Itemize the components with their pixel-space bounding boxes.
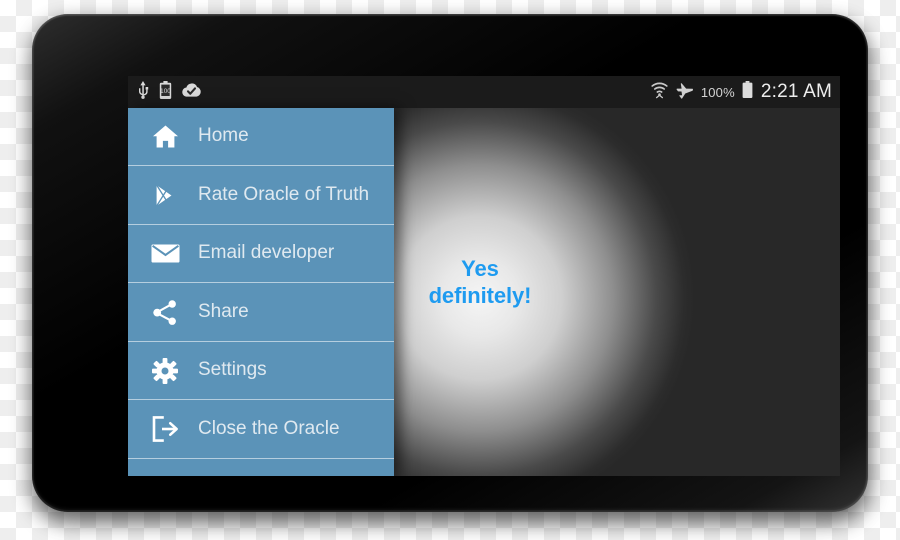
usb-icon (136, 80, 150, 104)
drawer-item-close-the-oracle[interactable]: Close the Oracle (128, 400, 394, 459)
battery-full-icon (742, 81, 753, 103)
drawer-item-email-developer[interactable]: Email developer (128, 225, 394, 283)
screen-body: Yes definitely! Home Rate Oracle of Trut… (128, 108, 840, 476)
logout-icon (142, 416, 188, 442)
google-play-icon (142, 182, 188, 209)
tablet-screen: 100 100% 2:21 AM Yes definitely! Home Ra… (128, 76, 840, 476)
battery-percent-label: 100% (700, 84, 735, 100)
drawer-item-settings-label: Settings (198, 359, 267, 381)
tablet-device: 100 100% 2:21 AM Yes definitely! Home Ra… (32, 14, 868, 512)
oracle-answer-text: Yes definitely! (414, 256, 546, 310)
share-icon (142, 299, 188, 325)
navigation-drawer[interactable]: Home Rate Oracle of Truth Email develope… (128, 108, 394, 476)
drawer-item-rate-label: Rate Oracle of Truth (198, 183, 370, 205)
airplane-mode-icon (676, 81, 694, 104)
gear-icon (142, 357, 188, 384)
status-bar-right-group: 100% 2:21 AM (650, 80, 832, 104)
drawer-item-email-label: Email developer (198, 242, 335, 264)
wifi-icon (650, 80, 669, 104)
drawer-item-rate-oracle-of-truth[interactable]: Rate Oracle of Truth (128, 166, 394, 225)
drawer-item-share[interactable]: Share (128, 283, 394, 342)
status-bar[interactable]: 100 100% 2:21 AM (128, 76, 840, 108)
svg-text:100: 100 (160, 88, 171, 95)
battery-charging-icon: 100 (159, 80, 172, 104)
cloud-check-icon (181, 82, 202, 103)
drawer-item-close-label: Close the Oracle (198, 417, 340, 439)
drawer-item-settings[interactable]: Settings (128, 342, 394, 400)
status-clock: 2:21 AM (760, 81, 832, 102)
drawer-item-share-label: Share (198, 300, 249, 322)
drawer-item-home-label: Home (198, 125, 249, 147)
oracle-answer-line-2: definitely! (428, 282, 532, 308)
oracle-answer-line-1: Yes (461, 256, 499, 281)
status-bar-left-group: 100 (136, 80, 202, 104)
envelope-icon (142, 243, 188, 264)
home-icon (142, 124, 188, 149)
drawer-item-home[interactable]: Home (128, 108, 394, 166)
